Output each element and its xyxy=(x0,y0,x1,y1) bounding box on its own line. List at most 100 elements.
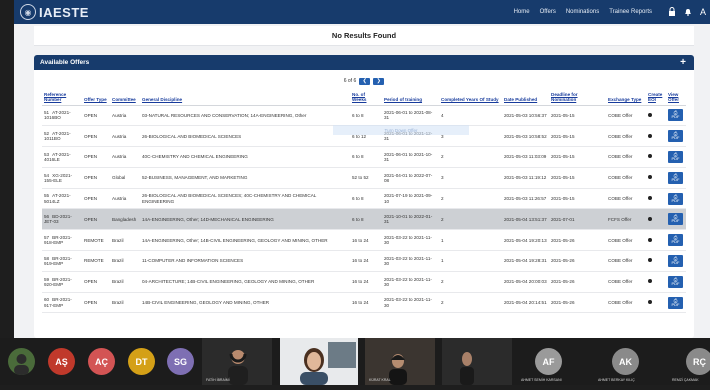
video-tile-fatih[interactable]: FATİH İBRAİMİ xyxy=(202,338,272,385)
col-period[interactable]: Period of training xyxy=(382,91,439,106)
view-pdf-button[interactable]: ⎙ PDF xyxy=(668,171,683,184)
cell-create-eoi xyxy=(646,229,666,252)
table-row[interactable]: 59 BR-2021-920-EMP OPEN Brazil 04-ARCHITECTU… xyxy=(42,271,686,293)
table-row[interactable]: 60 BR-2021-917-EMP OPEN Brazil 14B-CIVIL ENG… xyxy=(42,292,686,314)
cell-committee: Austria xyxy=(110,146,140,168)
no-results-banner: No Results Found xyxy=(34,26,694,46)
nav-nominations[interactable]: Nominations xyxy=(566,9,599,15)
video-tile-ahmet[interactable] xyxy=(442,338,512,385)
cell-create-eoi xyxy=(646,146,666,168)
nav-home[interactable]: Home xyxy=(514,9,530,15)
col-discipline[interactable]: General Discipline xyxy=(140,91,350,106)
cell-weeks: 16 to 24 xyxy=(350,271,382,293)
view-pdf-button[interactable]: ⎙ PDF xyxy=(668,150,683,163)
view-pdf-button[interactable]: ⎙ PDF xyxy=(668,192,683,205)
cell-reference: 56 BD-2021-JET-03 xyxy=(42,208,82,231)
view-pdf-button[interactable]: ⎙ PDF xyxy=(668,254,683,267)
cell-offer-type: OPEN xyxy=(82,125,110,148)
prev-page-button[interactable]: ❮ xyxy=(359,77,371,85)
cell-published: 2021-05-03 11:26:57 xyxy=(502,188,549,210)
view-pdf-button[interactable]: ⎙ PDF xyxy=(668,296,683,309)
video-tile-kurat[interactable]: KÜRAT KRAL xyxy=(365,338,435,385)
bell-icon[interactable] xyxy=(684,7,692,18)
cell-reference: 60 BR-2021-917-EMP xyxy=(42,292,82,314)
table-row[interactable]: 54 XG-2021-155-ELE OPEN Global 52-BUSINESS, … xyxy=(42,167,686,189)
cell-committee: Austria xyxy=(110,105,140,127)
video-tile-active[interactable] xyxy=(280,338,358,385)
user-menu[interactable]: A xyxy=(700,7,706,17)
col-committee[interactable]: Committee xyxy=(110,91,140,106)
col-offer-type[interactable]: Offer Type xyxy=(82,91,110,106)
col-create-eoi[interactable]: Create EOI xyxy=(646,91,666,106)
table-row[interactable]: 58 BR-2021-919-EMP REMOTE Brazil 11-COMPUTER… xyxy=(42,250,686,272)
cell-weeks: 6 to 8 xyxy=(350,208,382,231)
view-pdf-button[interactable]: ⎙ PDF xyxy=(668,213,683,226)
table-row[interactable]: 57 BR-2021-918-EMP REMOTE Brazil 14A-ENGINEE… xyxy=(42,229,686,252)
create-eoi-icon[interactable] xyxy=(648,237,652,242)
cell-exchange: COBE Offer xyxy=(606,146,646,168)
table-row[interactable]: 51 AT-2021-1016BO OPEN Austria 03-NATURAL RE… xyxy=(42,105,686,127)
cell-committee: Brazil xyxy=(110,250,140,272)
col-exchange[interactable]: Exchange Type xyxy=(606,91,646,106)
participant-name: KÜRAT KRAL xyxy=(369,378,391,382)
create-eoi-icon[interactable] xyxy=(648,258,652,263)
cell-committee: Brazil xyxy=(110,271,140,293)
self-avatar[interactable] xyxy=(8,348,35,375)
create-eoi-icon[interactable] xyxy=(648,299,652,304)
cell-committee: Austria xyxy=(110,188,140,210)
participant-avatar[interactable]: AÇ xyxy=(88,348,115,375)
create-eoi-icon[interactable] xyxy=(648,216,652,221)
participant-name: AHMET BERKAY KILIÇ xyxy=(598,378,635,382)
create-eoi-icon[interactable] xyxy=(648,175,652,180)
cell-exchange: COBE Offer xyxy=(606,105,646,127)
nav-trainee-reports[interactable]: Trainee Reports xyxy=(609,9,652,15)
cell-discipline: 03-NATURAL RESOURCES AND CONSERVATION; 1… xyxy=(140,105,350,127)
participant-avatar[interactable]: DT xyxy=(128,348,155,375)
create-eoi-icon[interactable] xyxy=(648,133,652,138)
table-row[interactable]: 56 BD-2021-JET-03 OPEN Bangladesh 14A-ENGINE… xyxy=(42,208,686,231)
col-years[interactable]: Completed Years Of Study xyxy=(439,91,502,106)
cell-published: 2021-05-04 19:28:31 xyxy=(502,250,549,272)
brand-logo[interactable]: ◉ IAESTE xyxy=(20,4,89,20)
cell-reference: 58 BR-2021-919-EMP xyxy=(42,250,82,272)
col-deadline[interactable]: Deadline for Nomination xyxy=(549,91,606,106)
create-eoi-icon[interactable] xyxy=(648,195,652,200)
cell-deadline: 2021-05-15 xyxy=(549,105,606,127)
view-pdf-button[interactable]: ⎙ PDF xyxy=(668,275,683,288)
cell-discipline: 52-BUSINESS, MANAGEMENT, AND MARKETING xyxy=(140,167,350,189)
cell-view-offer: ⎙ PDF xyxy=(666,250,686,272)
create-eoi-icon[interactable] xyxy=(648,112,652,117)
panel-header: Available Offers + xyxy=(34,55,694,70)
cell-discipline: 26-BIOLOGICAL AND BIOMEDICAL SCIENCES; 4… xyxy=(140,188,350,210)
nav-offers[interactable]: Offers xyxy=(540,9,556,15)
participant-avatar[interactable]: RÇ xyxy=(686,348,710,375)
col-reference[interactable]: Reference Number xyxy=(42,91,82,106)
view-pdf-button[interactable]: ⎙ PDF xyxy=(668,130,683,143)
cell-committee: Brazil xyxy=(110,229,140,252)
col-weeks[interactable]: No. of Weeks xyxy=(350,91,382,106)
participant-avatar[interactable]: AŞ xyxy=(48,348,75,375)
cell-years: 2 xyxy=(439,188,502,210)
cell-period: 2021-03-22 to 2021-11-30 xyxy=(382,292,439,314)
view-pdf-button[interactable]: ⎙ PDF xyxy=(668,109,683,122)
cell-period: 2021-03-22 to 2021-11-30 xyxy=(382,271,439,293)
table-row[interactable]: 55 AT-2021-5014LZ OPEN Austria 26-BIOLOGICAL… xyxy=(42,188,686,210)
participant-avatar[interactable]: AF xyxy=(535,348,562,375)
app-window: ◉ IAESTE Home Offers Nominations Trainee… xyxy=(14,0,710,338)
cell-reference: 59 BR-2021-920-EMP xyxy=(42,271,82,293)
cell-create-eoi xyxy=(646,292,666,314)
lock-icon[interactable] xyxy=(668,6,676,18)
next-page-button[interactable]: ❯ xyxy=(373,77,385,85)
plus-icon[interactable]: + xyxy=(680,57,686,68)
col-published[interactable]: Date Published xyxy=(502,91,549,106)
cell-create-eoi xyxy=(646,271,666,293)
create-eoi-icon[interactable] xyxy=(648,279,652,284)
create-eoi-icon[interactable] xyxy=(648,154,652,159)
col-view-offer[interactable]: View Offer xyxy=(666,91,686,106)
cell-offer-type: REMOTE xyxy=(82,250,110,272)
cell-years: 2 xyxy=(439,146,502,168)
table-row[interactable]: 53 AT-2021-4016LE OPEN Austria 40C-CHEMISTRY… xyxy=(42,146,686,168)
participant-avatar[interactable]: AK xyxy=(612,348,639,375)
participant-avatar[interactable]: SG xyxy=(167,348,194,375)
view-pdf-button[interactable]: ⎙ PDF xyxy=(668,234,683,247)
